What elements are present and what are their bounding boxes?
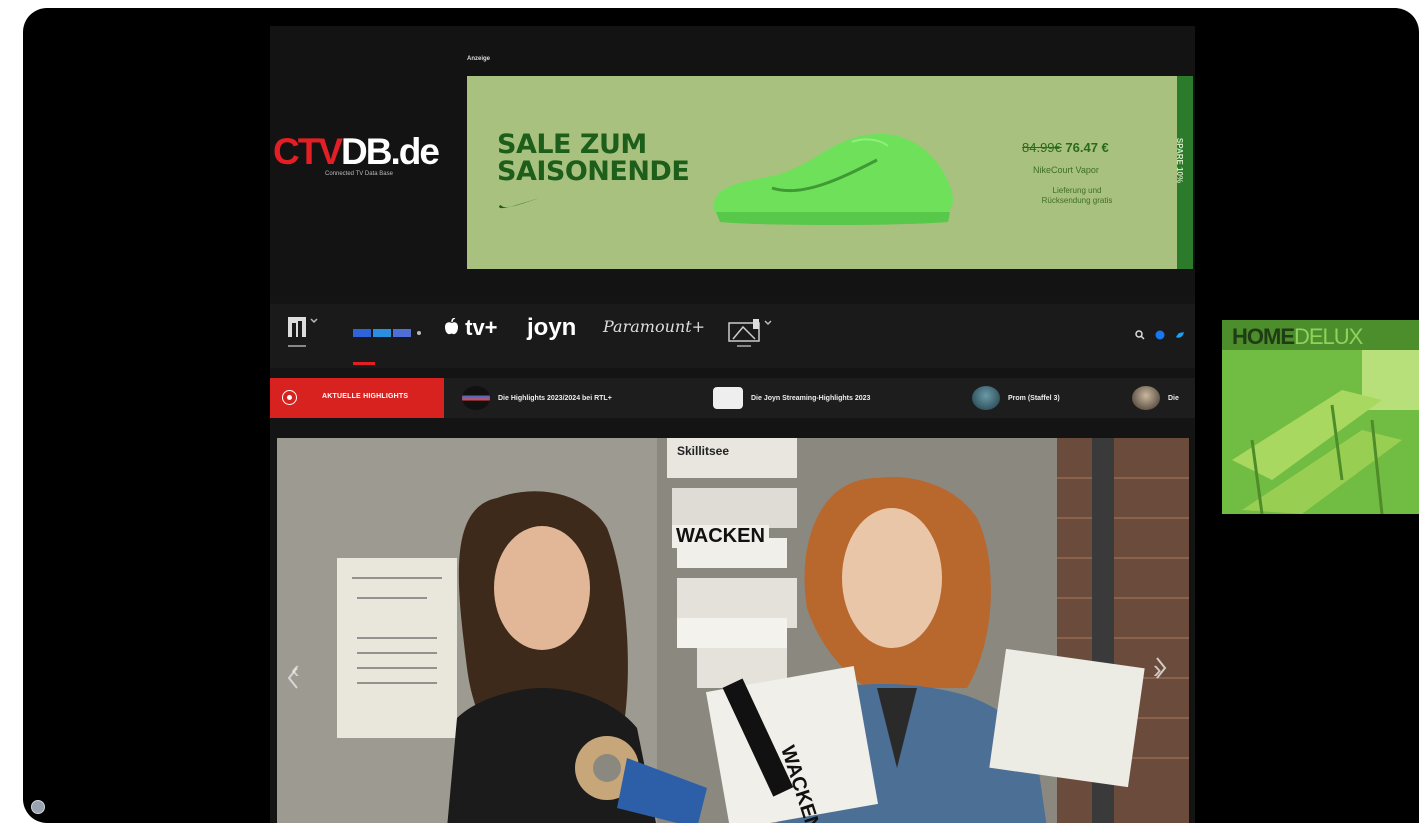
ad-old-price: 84.99€ bbox=[1022, 140, 1062, 155]
hero-prev-arrow[interactable]: ‹ bbox=[291, 654, 300, 685]
ticker-thumb bbox=[1132, 386, 1160, 410]
nike-swoosh-icon bbox=[499, 198, 539, 209]
appletv-label: tv+ bbox=[465, 315, 498, 340]
ticker-thumb bbox=[713, 387, 743, 409]
system-tray-icon[interactable] bbox=[31, 800, 45, 814]
radio-icon bbox=[282, 390, 297, 405]
hero-image[interactable]: WACKEN Skillitsee WACKEN ‹ › bbox=[277, 438, 1189, 823]
hero-illustration bbox=[277, 438, 1189, 823]
site-logo[interactable]: CTVDB.de bbox=[273, 131, 440, 172]
joyn-logo-icon[interactable]: joyn bbox=[527, 314, 576, 342]
ad-label: Anzeige bbox=[467, 56, 491, 62]
nav-icons bbox=[1135, 327, 1185, 345]
ticker-item-title: Prom (Staffel 3) bbox=[1008, 394, 1060, 402]
highlights-ticker: AKTUELLE HIGHLIGHTS Die Highlights 2023/… bbox=[270, 378, 1195, 418]
ticker-item[interactable]: Die bbox=[1132, 386, 1179, 410]
side-ad-brand-dark: HOME bbox=[1232, 324, 1295, 349]
mediathek-icon[interactable] bbox=[286, 313, 320, 353]
side-ad-brand-light: DELUX bbox=[1294, 324, 1363, 349]
ad-new-price: 76.47 € bbox=[1065, 140, 1109, 155]
ticker-thumb bbox=[972, 386, 1000, 410]
side-ad-header: HOMEDELUX bbox=[1222, 320, 1419, 350]
logo-white-part: DB.de bbox=[341, 131, 440, 172]
ad-headline: SALE ZUM SAISONENDE bbox=[497, 129, 690, 187]
poster-text-wacken: WACKEN bbox=[672, 525, 769, 548]
ticker-item[interactable]: Die Joyn Streaming-Highlights 2023 bbox=[713, 386, 870, 410]
hero-next-arrow[interactable]: › bbox=[1153, 654, 1162, 685]
shoe-image bbox=[713, 133, 953, 225]
ticker-thumb bbox=[462, 386, 490, 410]
active-tab-indicator bbox=[353, 362, 375, 365]
ticker-item-title: Die Joyn Streaming-Highlights 2023 bbox=[751, 394, 871, 402]
ad-product-name: NikeCourt Vapor bbox=[1033, 165, 1099, 175]
poster-text-skillitsee: Skillitsee bbox=[677, 444, 730, 458]
ticker-item-title: Die bbox=[1168, 394, 1179, 402]
app-window: Anzeige CTVDB.de Connected TV Data Base … bbox=[23, 8, 1419, 823]
banner-ad[interactable]: SALE ZUM SAISONENDE 84.99€ 76.47 € NikeC… bbox=[467, 76, 1193, 269]
logo-tagline: Connected TV Data Base bbox=[325, 171, 393, 177]
website-page: Anzeige CTVDB.de Connected TV Data Base … bbox=[270, 26, 1195, 823]
satellite-icon[interactable] bbox=[725, 313, 785, 358]
ticker-item-title: Die Highlights 2023/2024 bei RTL+ bbox=[498, 394, 612, 402]
ticker-label: AKTUELLE HIGHLIGHTS bbox=[322, 393, 409, 400]
brand-navigation: tv+ joyn Paramount+ bbox=[270, 304, 1195, 368]
ad-delivery-text: Lieferung und Rücksendung gratis bbox=[1041, 186, 1113, 205]
ticker-label-box: AKTUELLE HIGHLIGHTS bbox=[270, 378, 444, 418]
rtl-logo-icon[interactable] bbox=[353, 326, 433, 345]
ticker-item[interactable]: Die Highlights 2023/2024 bei RTL+ bbox=[462, 386, 612, 410]
side-ad-brand: HOMEDELUX bbox=[1232, 324, 1363, 350]
ticker-item[interactable]: Prom (Staffel 3) bbox=[972, 386, 1060, 410]
facebook-icon[interactable] bbox=[1155, 327, 1165, 345]
search-icon[interactable] bbox=[1135, 327, 1145, 345]
ad-price: 84.99€ 76.47 € bbox=[1022, 140, 1109, 155]
twitter-icon[interactable] bbox=[1175, 327, 1185, 345]
apple-tv-logo-icon[interactable]: tv+ bbox=[445, 315, 498, 341]
ad-strip-text: SPARE 10% bbox=[1175, 137, 1185, 184]
logo-red-part: CTV bbox=[273, 131, 343, 172]
ad-side-strip[interactable]: SPARE 10% bbox=[1175, 76, 1193, 269]
paramount-logo-icon[interactable]: Paramount+ bbox=[603, 317, 705, 336]
side-ad[interactable]: HOMEDELUX bbox=[1222, 320, 1419, 514]
site-header: Anzeige CTVDB.de Connected TV Data Base … bbox=[270, 26, 1195, 296]
